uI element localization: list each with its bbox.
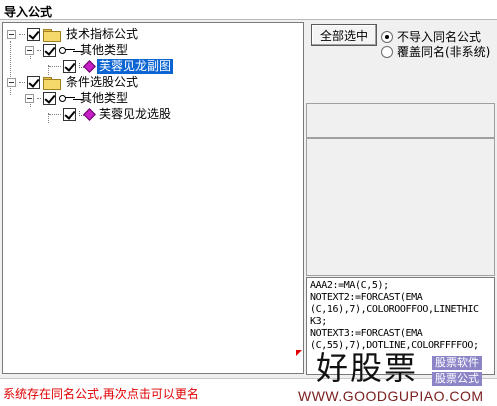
tree-node-label: 条件选股公式 (66, 74, 139, 89)
tree-node-screener-formulas[interactable]: 条件选股公式 (7, 74, 140, 90)
code-line: NOTEXT2:=FORCAST(EMA (310, 292, 423, 303)
watermark-title: 好股票 (316, 349, 419, 387)
watermark-corner (296, 350, 302, 356)
checkbox-other-type-1[interactable] (43, 43, 56, 57)
watermark-tag-formula: 股票公式 (432, 372, 482, 386)
formula-tree[interactable]: 技术指标公式 其他类型 芙蓉见龙副图 条件选股公式 其他类型 芙蓉见龙选股 (2, 22, 304, 374)
radio-overwrite-duplicates[interactable]: 覆盖同名(非系统) (381, 43, 490, 60)
title-bar: 导入公式 (0, 0, 497, 20)
checkbox-indicator-formulas[interactable] (27, 27, 40, 41)
tree-node-furong-screener[interactable]: 芙蓉见龙选股 (49, 106, 173, 122)
formula-icon (79, 59, 95, 73)
checkbox-screener-formulas[interactable] (27, 75, 40, 89)
collapse-icon[interactable] (7, 77, 16, 87)
radio-label: 覆盖同名(非系统) (397, 45, 491, 59)
key-icon (59, 45, 75, 55)
info-panel (306, 103, 495, 138)
code-line: NOTEXT3:=FORCAST(EMA (310, 328, 423, 339)
tree-node-indicator-formulas[interactable]: 技术指标公式 (7, 26, 140, 42)
collapse-icon[interactable] (7, 29, 16, 39)
tree-node-other-type-1[interactable]: 其他类型 (25, 42, 130, 58)
formula-icon (79, 107, 95, 121)
code-line: (C,16),7),COLOROOFFOO,LINETHIC (310, 304, 479, 315)
watermark-tag-software: 股票软件 (432, 356, 482, 370)
code-line: AAA2:=MA(C,5); (310, 280, 389, 291)
checkbox-other-type-2[interactable] (43, 91, 56, 105)
code-line: K3; (310, 316, 327, 327)
folder-icon (43, 28, 61, 42)
key-icon (59, 93, 75, 103)
radio-button[interactable] (381, 30, 393, 43)
description-panel (306, 138, 495, 276)
tree-node-label: 芙蓉见龙选股 (99, 106, 172, 121)
tree-node-label: 技术指标公式 (66, 26, 139, 41)
tree-node-label: 其他类型 (80, 90, 129, 105)
status-message: 系统存在同名公式,再次点击可以更名 (3, 387, 199, 401)
collapse-icon[interactable] (25, 93, 34, 103)
tree-node-other-type-2[interactable]: 其他类型 (25, 90, 130, 106)
select-all-button[interactable]: 全部选中 (311, 24, 377, 46)
folder-icon (43, 76, 61, 90)
watermark-url: WWW.GOODGUPIAO.COM (298, 388, 484, 404)
radio-button[interactable] (381, 45, 393, 58)
checkbox-furong-subchart[interactable] (63, 59, 76, 73)
window-title: 导入公式 (4, 5, 53, 19)
collapse-icon[interactable] (25, 45, 34, 55)
checkbox-furong-screener[interactable] (63, 107, 76, 121)
tree-node-furong-subchart[interactable]: 芙蓉见龙副图 (49, 58, 174, 74)
tree-node-label: 芙蓉见龙副图 (97, 58, 174, 74)
watermark: 好股票 股票软件 股票公式 WWW.GOODGUPIAO.COM (296, 348, 497, 406)
tree-node-label: 其他类型 (80, 42, 129, 57)
